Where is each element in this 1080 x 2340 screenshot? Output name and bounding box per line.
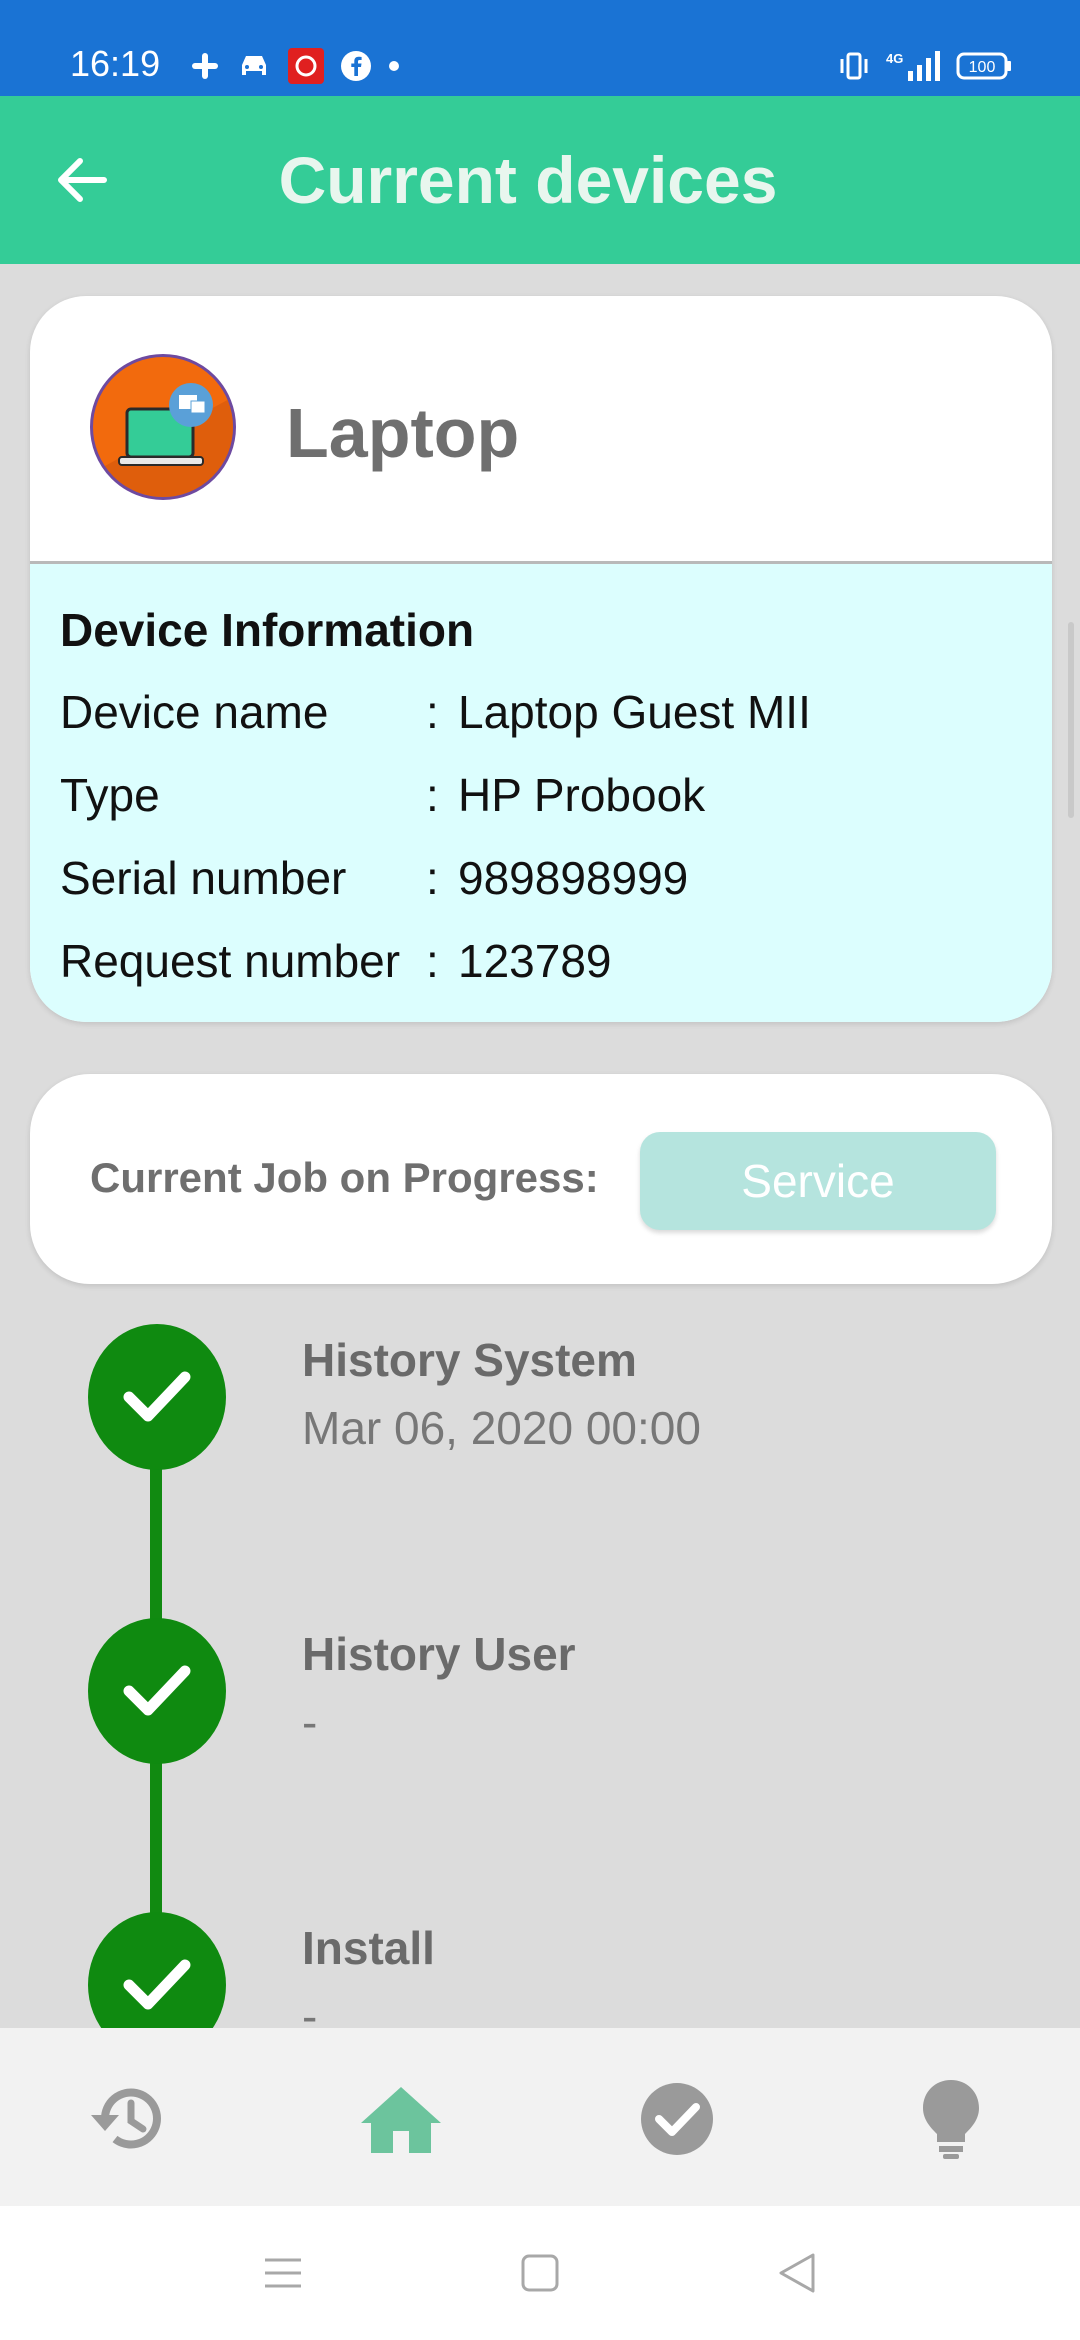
- scrollbar[interactable]: [1068, 622, 1074, 818]
- status-bar: 16:19 4G 100: [0, 0, 1080, 96]
- info-label: Serial number: [60, 852, 347, 904]
- info-row-type: Type : HP Probook: [60, 767, 1052, 823]
- info-label: Device name: [60, 686, 329, 738]
- info-label: Request number: [60, 935, 401, 987]
- page-title: Current devices: [278, 143, 778, 217]
- car-icon: [236, 51, 272, 81]
- check-icon: [88, 1618, 226, 1764]
- info-value: HP Probook: [458, 769, 706, 821]
- info-label: Type: [60, 769, 160, 821]
- job-label: Current Job on Progress:: [90, 1154, 599, 1201]
- timeline-item: Install -: [0, 1892, 1080, 2028]
- device-name-title: Laptop: [286, 394, 520, 472]
- info-colon: :: [426, 769, 439, 821]
- nav-home[interactable]: [356, 2074, 446, 2164]
- info-colon: :: [426, 686, 439, 738]
- timeline-date: -: [302, 1696, 318, 1748]
- timeline-title: History System: [302, 1334, 637, 1386]
- timeline-title: History User: [302, 1628, 576, 1680]
- dot-icon: [388, 60, 400, 72]
- service-button[interactable]: Service: [640, 1132, 996, 1230]
- system-navigation-bar: [0, 2206, 1080, 2340]
- history-icon: [91, 2088, 161, 2149]
- info-value: 123789: [458, 935, 612, 987]
- info-value: 989898999: [458, 852, 689, 904]
- check-icon: [88, 1324, 226, 1470]
- back-nav-button[interactable]: [772, 2248, 822, 2298]
- nav-history[interactable]: [82, 2074, 172, 2164]
- info-colon: :: [426, 935, 439, 987]
- system-status-icons: 4G 100: [838, 46, 1012, 86]
- svg-text:4G: 4G: [886, 51, 903, 66]
- square-icon: [521, 2254, 559, 2292]
- job-card: Current Job on Progress: Service: [30, 1074, 1052, 1284]
- timeline: History System Mar 06, 2020 00:00 Histor…: [0, 1284, 1080, 2028]
- recents-button[interactable]: [258, 2248, 308, 2298]
- lightbulb-icon: [923, 2080, 979, 2159]
- device-card: Laptop Device Information Device name : …: [30, 296, 1052, 1022]
- home-icon: [361, 2087, 441, 2153]
- triangle-back-icon: [779, 2253, 815, 2293]
- app-icon: [288, 48, 324, 84]
- info-heading: Device Information: [60, 604, 475, 656]
- slack-icon: [190, 51, 220, 81]
- timeline-item: History System Mar 06, 2020 00:00: [0, 1304, 1080, 1504]
- check-icon: [88, 1912, 226, 2028]
- battery-icon: 100: [956, 51, 1012, 81]
- device-header: Laptop: [30, 296, 1052, 564]
- nav-tips[interactable]: [906, 2074, 996, 2164]
- info-colon: :: [426, 852, 439, 904]
- laptop-icon: [90, 354, 236, 500]
- check-circle-icon: [641, 2083, 713, 2155]
- bottom-navigation: [0, 2028, 1080, 2206]
- menu-icon: [265, 2258, 301, 2288]
- timeline-item: History User -: [0, 1598, 1080, 1798]
- home-button[interactable]: [515, 2248, 565, 2298]
- battery-level: 100: [969, 59, 996, 76]
- facebook-icon: [340, 50, 372, 82]
- info-row-device-name: Device name : Laptop Guest MII: [60, 684, 1052, 740]
- timeline-date: -: [302, 1990, 318, 2028]
- vibrate-icon: [838, 51, 870, 81]
- status-time: 16:19: [70, 43, 161, 84]
- info-value: Laptop Guest MII: [458, 686, 811, 738]
- app-bar: Current devices: [0, 96, 1080, 264]
- device-information: Device Information Device name : Laptop …: [30, 564, 1052, 1022]
- timeline-date: Mar 06, 2020 00:00: [302, 1402, 701, 1454]
- 4g-signal-icon: 4G: [884, 49, 942, 83]
- info-row-request-number: Request number : 123789: [60, 933, 1052, 989]
- nav-completed[interactable]: [632, 2074, 722, 2164]
- info-row-serial-number: Serial number : 989898999: [60, 850, 1052, 906]
- notification-icons: [190, 46, 400, 86]
- timeline-title: Install: [302, 1922, 435, 1974]
